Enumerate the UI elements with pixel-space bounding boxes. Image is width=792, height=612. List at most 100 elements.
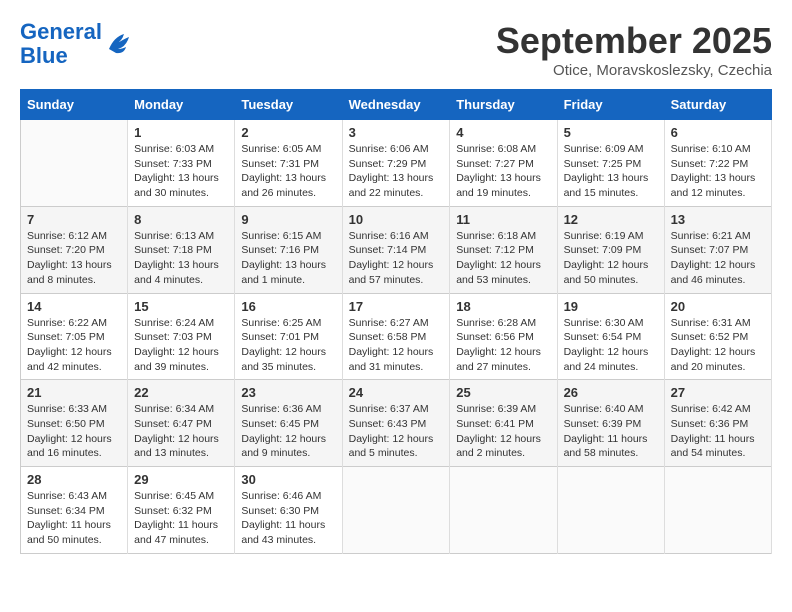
day-info: Sunrise: 6:28 AMSunset: 6:56 PMDaylight:…: [456, 316, 550, 375]
day-info: Sunrise: 6:36 AMSunset: 6:45 PMDaylight:…: [241, 402, 335, 461]
sunset-text: Sunset: 6:30 PM: [241, 504, 335, 519]
daylight-text: Daylight: 12 hours and 35 minutes.: [241, 345, 335, 374]
daylight-text: Daylight: 11 hours and 58 minutes.: [564, 432, 658, 461]
day-number: 25: [456, 385, 550, 400]
day-info: Sunrise: 6:19 AMSunset: 7:09 PMDaylight:…: [564, 229, 658, 288]
day-number: 24: [349, 385, 444, 400]
daylight-text: Daylight: 12 hours and 24 minutes.: [564, 345, 658, 374]
day-info: Sunrise: 6:16 AMSunset: 7:14 PMDaylight:…: [349, 229, 444, 288]
calendar-cell: 8Sunrise: 6:13 AMSunset: 7:18 PMDaylight…: [128, 206, 235, 293]
day-info: Sunrise: 6:05 AMSunset: 7:31 PMDaylight:…: [241, 142, 335, 201]
day-info: Sunrise: 6:42 AMSunset: 6:36 PMDaylight:…: [671, 402, 765, 461]
calendar-cell: 14Sunrise: 6:22 AMSunset: 7:05 PMDayligh…: [21, 293, 128, 380]
sunset-text: Sunset: 6:56 PM: [456, 330, 550, 345]
day-of-week-header: Wednesday: [342, 90, 450, 120]
calendar-cell: 3Sunrise: 6:06 AMSunset: 7:29 PMDaylight…: [342, 120, 450, 207]
day-number: 27: [671, 385, 765, 400]
day-number: 20: [671, 299, 765, 314]
daylight-text: Daylight: 11 hours and 54 minutes.: [671, 432, 765, 461]
daylight-text: Daylight: 12 hours and 5 minutes.: [349, 432, 444, 461]
page-header: General Blue September 2025 Otice, Morav…: [20, 20, 772, 79]
sunrise-text: Sunrise: 6:33 AM: [27, 402, 121, 417]
day-number: 16: [241, 299, 335, 314]
daylight-text: Daylight: 13 hours and 15 minutes.: [564, 171, 658, 200]
calendar-week-row: 7Sunrise: 6:12 AMSunset: 7:20 PMDaylight…: [21, 206, 772, 293]
calendar-cell: 30Sunrise: 6:46 AMSunset: 6:30 PMDayligh…: [235, 467, 342, 554]
calendar-cell: 12Sunrise: 6:19 AMSunset: 7:09 PMDayligh…: [557, 206, 664, 293]
daylight-text: Daylight: 12 hours and 46 minutes.: [671, 258, 765, 287]
daylight-text: Daylight: 11 hours and 43 minutes.: [241, 518, 335, 547]
daylight-text: Daylight: 12 hours and 57 minutes.: [349, 258, 444, 287]
day-number: 11: [456, 212, 550, 227]
logo: General Blue: [20, 20, 134, 68]
sunrise-text: Sunrise: 6:46 AM: [241, 489, 335, 504]
sunset-text: Sunset: 6:50 PM: [27, 417, 121, 432]
calendar-cell: 23Sunrise: 6:36 AMSunset: 6:45 PMDayligh…: [235, 380, 342, 467]
day-number: 13: [671, 212, 765, 227]
day-number: 18: [456, 299, 550, 314]
day-number: 8: [134, 212, 228, 227]
day-number: 22: [134, 385, 228, 400]
sunrise-text: Sunrise: 6:03 AM: [134, 142, 228, 157]
calendar-cell: 20 Sunrise: 6:31 AMSunset: 6:52 PMDayligh…: [664, 293, 771, 380]
day-info: Sunrise: 6:45 AMSunset: 6:32 PMDaylight:…: [134, 489, 228, 548]
daylight-text: Daylight: 12 hours and 39 minutes.: [134, 345, 228, 374]
calendar-cell: 21Sunrise: 6:33 AMSunset: 6:50 PMDayligh…: [21, 380, 128, 467]
daylight-text: Daylight: 12 hours and 31 minutes.: [349, 345, 444, 374]
daylight-text: Daylight: 13 hours and 8 minutes.: [27, 258, 121, 287]
day-of-week-header: Saturday: [664, 90, 771, 120]
calendar-cell: 1Sunrise: 6:03 AMSunset: 7:33 PMDaylight…: [128, 120, 235, 207]
calendar-cell: 26Sunrise: 6:40 AMSunset: 6:39 PMDayligh…: [557, 380, 664, 467]
sunset-text: Sunset: 7:05 PM: [27, 330, 121, 345]
sunrise-text: Sunrise: 6:13 AM: [134, 229, 228, 244]
day-number: 7: [27, 212, 121, 227]
day-info: Sunrise: 6:33 AMSunset: 6:50 PMDaylight:…: [27, 402, 121, 461]
sunrise-text: Sunrise: 6:12 AM: [27, 229, 121, 244]
calendar-cell: 22Sunrise: 6:34 AMSunset: 6:47 PMDayligh…: [128, 380, 235, 467]
sunset-text: Sunset: 6:43 PM: [349, 417, 444, 432]
sunrise-text: Sunrise: 6:43 AM: [27, 489, 121, 504]
calendar-cell: 4Sunrise: 6:08 AMSunset: 7:27 PMDaylight…: [450, 120, 557, 207]
sunset-text: Sunset: 6:39 PM: [564, 417, 658, 432]
day-number: 15: [134, 299, 228, 314]
sunset-text: Sunset: 7:33 PM: [134, 157, 228, 172]
sunrise-text: Sunrise: 6:27 AM: [349, 316, 444, 331]
day-number: 14: [27, 299, 121, 314]
daylight-text: Daylight: 13 hours and 12 minutes.: [671, 171, 765, 200]
day-number: 6: [671, 125, 765, 140]
sunrise-text: Sunrise: 6:18 AM: [456, 229, 550, 244]
day-info: Sunrise: 6:08 AMSunset: 7:27 PMDaylight:…: [456, 142, 550, 201]
day-info: Sunrise: 6:18 AMSunset: 7:12 PMDaylight:…: [456, 229, 550, 288]
sunset-text: Sunset: 7:20 PM: [27, 243, 121, 258]
day-info: Sunrise: 6:46 AMSunset: 6:30 PMDaylight:…: [241, 489, 335, 548]
calendar-cell: 5Sunrise: 6:09 AMSunset: 7:25 PMDaylight…: [557, 120, 664, 207]
daylight-text: Daylight: 13 hours and 22 minutes.: [349, 171, 444, 200]
sunset-text: Sunset: 7:25 PM: [564, 157, 658, 172]
day-number: 19: [564, 299, 658, 314]
sunrise-text: Sunrise: 6:30 AM: [564, 316, 658, 331]
sunset-text: Sunset: 6:58 PM: [349, 330, 444, 345]
day-info: Sunrise: 6:31 AMSunset: 6:52 PMDaylight:…: [671, 316, 765, 375]
sunset-text: Sunset: 7:14 PM: [349, 243, 444, 258]
calendar-cell: 25Sunrise: 6:39 AMSunset: 6:41 PMDayligh…: [450, 380, 557, 467]
day-info: Sunrise: 6:15 AMSunset: 7:16 PMDaylight:…: [241, 229, 335, 288]
sunrise-text: Sunrise: 6:25 AM: [241, 316, 335, 331]
day-info: Sunrise: 6:10 AMSunset: 7:22 PMDaylight:…: [671, 142, 765, 201]
daylight-text: Daylight: 12 hours and 50 minutes.: [564, 258, 658, 287]
location-subtitle: Otice, Moravskoslezsky, Czechia: [496, 62, 772, 79]
sunset-text: Sunset: 6:32 PM: [134, 504, 228, 519]
day-info: Sunrise: 6:21 AMSunset: 7:07 PMDaylight:…: [671, 229, 765, 288]
daylight-text: Daylight: 12 hours and 53 minutes.: [456, 258, 550, 287]
sunset-text: Sunset: 7:16 PM: [241, 243, 335, 258]
calendar-table: SundayMondayTuesdayWednesdayThursdayFrid…: [20, 89, 772, 554]
daylight-text: Daylight: 11 hours and 47 minutes.: [134, 518, 228, 547]
daylight-text: Daylight: 13 hours and 1 minute.: [241, 258, 335, 287]
calendar-cell: 15Sunrise: 6:24 AMSunset: 7:03 PMDayligh…: [128, 293, 235, 380]
daylight-text: Daylight: 13 hours and 4 minutes.: [134, 258, 228, 287]
calendar-cell: 18 Sunrise: 6:28 AMSunset: 6:56 PMDayligh…: [450, 293, 557, 380]
calendar-cell: [21, 120, 128, 207]
sunset-text: Sunset: 7:07 PM: [671, 243, 765, 258]
sunset-text: Sunset: 7:29 PM: [349, 157, 444, 172]
calendar-week-row: 14Sunrise: 6:22 AMSunset: 7:05 PMDayligh…: [21, 293, 772, 380]
calendar-week-row: 28Sunrise: 6:43 AMSunset: 6:34 PMDayligh…: [21, 467, 772, 554]
